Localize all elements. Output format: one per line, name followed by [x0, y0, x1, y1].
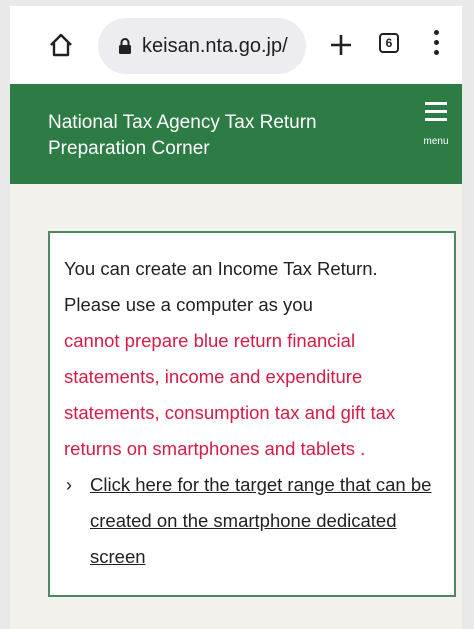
plus-icon[interactable]	[328, 32, 354, 58]
notice-box: You can create an Income Tax Return. Ple…	[48, 231, 456, 597]
smartphone-range-link[interactable]: Click here for the target range that can…	[90, 474, 431, 567]
chevron-right-icon: ›	[66, 475, 72, 495]
smartphone-range-link-row: › Click here for the target range that c…	[64, 467, 444, 575]
browser-toolbar: keisan.nta.go.jp/ 6	[10, 6, 462, 84]
tab-switcher-icon[interactable]: 6	[379, 33, 399, 53]
more-vertical-icon[interactable]	[431, 30, 441, 60]
lock-icon	[118, 37, 132, 55]
address-bar[interactable]: keisan.nta.go.jp/	[98, 18, 306, 74]
home-icon[interactable]	[48, 32, 74, 58]
notice-line-2: Please use a computer as you	[64, 294, 313, 315]
notice-line-1: You can create an Income Tax Return.	[64, 258, 378, 279]
site-title[interactable]: National Tax Agency Tax Return Preparati…	[48, 110, 378, 162]
url-text[interactable]: keisan.nta.go.jp/	[142, 18, 288, 74]
menu-button[interactable]: menu	[416, 102, 456, 162]
site-header: National Tax Agency Tax Return Preparati…	[10, 84, 462, 184]
menu-label: menu	[423, 136, 449, 147]
hamburger-icon	[425, 102, 447, 126]
notice-warning: cannot prepare blue return financial sta…	[64, 330, 396, 459]
notice-body: You can create an Income Tax Return. Ple…	[64, 251, 444, 575]
